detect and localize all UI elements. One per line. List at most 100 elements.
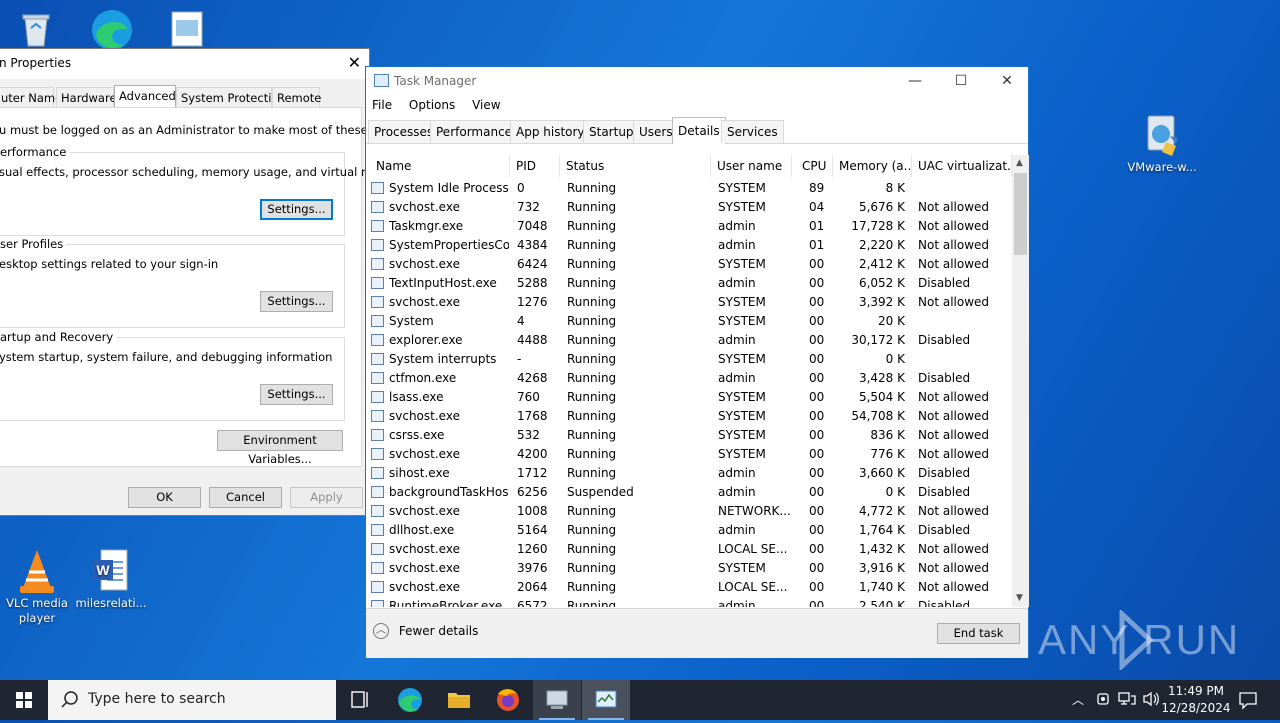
sysprop-titlebar[interactable]: n Properties ✕ bbox=[0, 49, 369, 79]
table-row[interactable]: svchost.exe 2064 Running LOCAL SE... 00 1,740… bbox=[366, 578, 1012, 597]
tab-startup[interactable]: Startup bbox=[583, 120, 640, 143]
table-row[interactable]: SystemPropertiesCo... 4384 Running admin 01 2… bbox=[366, 236, 1012, 255]
cell-status: Running bbox=[567, 409, 617, 423]
table-row[interactable]: lsass.exe 760 Running SYSTEM 00 5,504 K Not al… bbox=[366, 388, 1012, 407]
task-manager-app-icon bbox=[374, 74, 389, 87]
table-row[interactable]: dllhost.exe 5164 Running admin 00 1,764 K Disa… bbox=[366, 521, 1012, 540]
process-icon bbox=[371, 182, 384, 194]
cell-memory: 5,676 K bbox=[858, 200, 905, 214]
tab-app-history[interactable]: App history bbox=[510, 120, 591, 143]
table-row[interactable]: svchost.exe 732 Running SYSTEM 04 5,676 K Not … bbox=[366, 198, 1012, 217]
firefox-icon[interactable] bbox=[484, 680, 532, 720]
edge-taskbar-icon[interactable] bbox=[386, 680, 434, 720]
desktop-icon-vlc[interactable]: VLC media player bbox=[0, 548, 75, 626]
column-header-name[interactable]: Name bbox=[370, 155, 510, 177]
task-manager-taskbar-icon[interactable] bbox=[582, 680, 630, 720]
task-view-icon[interactable] bbox=[336, 680, 384, 720]
device-icon[interactable] bbox=[1095, 690, 1111, 711]
table-row[interactable]: System 4 Running SYSTEM 00 20 K bbox=[366, 312, 1012, 331]
file-explorer-icon[interactable] bbox=[435, 680, 483, 720]
cell-uac: Not allowed bbox=[918, 295, 990, 309]
image-file-desktop-icon[interactable] bbox=[170, 10, 204, 48]
table-row[interactable]: Taskmgr.exe 7048 Running admin 01 17,728 K Not… bbox=[366, 217, 1012, 236]
vertical-scrollbar[interactable]: ▲ ▼ bbox=[1012, 155, 1029, 607]
tab-remote[interactable]: Remote bbox=[272, 87, 321, 107]
tab-advanced[interactable]: Advanced bbox=[114, 85, 176, 108]
maximize-icon[interactable]: ☐ bbox=[938, 67, 984, 97]
watermark-text: ANY RUN bbox=[1038, 616, 1241, 663]
tab-services[interactable]: Services bbox=[721, 120, 784, 143]
tab-hardware[interactable]: Hardware bbox=[56, 87, 117, 107]
scroll-down-icon[interactable]: ▼ bbox=[1016, 593, 1023, 603]
table-row[interactable]: System interrupts - Running SYSTEM 00 0 K bbox=[366, 350, 1012, 369]
column-header-status[interactable]: Status bbox=[560, 155, 711, 177]
fewer-details-toggle[interactable]: ︿ Fewer details bbox=[373, 623, 478, 639]
column-header-memory[interactable]: Memory (a... bbox=[833, 155, 912, 177]
notifications-icon[interactable] bbox=[1238, 690, 1258, 713]
menu-options[interactable]: Options bbox=[409, 98, 455, 112]
desktop-icon-vmware[interactable]: VMware-w... bbox=[1124, 112, 1200, 175]
desktop-icon-word-doc[interactable]: W milesrelati... bbox=[73, 548, 149, 611]
minimize-icon[interactable]: — bbox=[892, 67, 938, 97]
recycle-bin-icon[interactable] bbox=[16, 8, 56, 48]
apply-button[interactable]: Apply bbox=[290, 487, 363, 508]
performance-group: erformance sual effects, processor sched… bbox=[0, 145, 409, 236]
performance-settings-button[interactable]: Settings... bbox=[260, 199, 333, 220]
user-profiles-settings-button[interactable]: Settings... bbox=[260, 291, 333, 312]
table-row[interactable]: svchost.exe 1260 Running LOCAL SE... 00 1,432… bbox=[366, 540, 1012, 559]
cell-user: admin bbox=[718, 466, 756, 480]
clock[interactable]: 11:49 PM 12/28/2024 bbox=[1160, 683, 1232, 717]
environment-variables-button[interactable]: Environment Variables... bbox=[217, 430, 343, 466]
column-header-uac[interactable]: UAC virtualizat... bbox=[912, 155, 1012, 177]
taskbar-search-box[interactable]: Type here to search bbox=[48, 680, 336, 720]
column-header-user[interactable]: User name bbox=[711, 155, 792, 177]
close-icon[interactable]: ✕ bbox=[984, 67, 1030, 97]
table-row[interactable]: svchost.exe 1768 Running SYSTEM 00 54,708 K No… bbox=[366, 407, 1012, 426]
system-properties-taskbar-icon[interactable] bbox=[533, 680, 581, 720]
table-row[interactable]: sihost.exe 1712 Running admin 00 3,660 K Disab… bbox=[366, 464, 1012, 483]
menu-file[interactable]: File bbox=[372, 98, 392, 112]
tab-system-protection[interactable]: System Protection bbox=[176, 87, 286, 107]
chevron-up-icon[interactable]: ︿ bbox=[1072, 691, 1084, 708]
end-task-button[interactable]: End task bbox=[937, 623, 1020, 644]
scrollbar-thumb[interactable] bbox=[1014, 173, 1027, 255]
cell-name: ctfmon.exe bbox=[389, 371, 457, 385]
performance-label: erformance bbox=[0, 145, 70, 159]
cell-memory: 0 K bbox=[885, 485, 905, 499]
table-row[interactable]: explorer.exe 4488 Running admin 00 30,172 K Di… bbox=[366, 331, 1012, 350]
table-row[interactable]: svchost.exe 1008 Running NETWORK... 00 4,772 … bbox=[366, 502, 1012, 521]
start-button[interactable] bbox=[0, 680, 48, 720]
ok-button[interactable]: OK bbox=[128, 487, 201, 508]
table-row[interactable]: backgroundTaskHos... 6256 Suspended admin 00… bbox=[366, 483, 1012, 502]
table-row[interactable]: svchost.exe 4200 Running SYSTEM 00 776 K Not a… bbox=[366, 445, 1012, 464]
edge-desktop-icon[interactable] bbox=[88, 6, 136, 50]
scroll-up-icon[interactable]: ▲ bbox=[1016, 158, 1023, 168]
table-row[interactable]: System Idle Process 0 Running SYSTEM 89 8 K bbox=[366, 179, 1012, 198]
tab-processes[interactable]: Processes bbox=[368, 120, 440, 143]
column-header-pid[interactable]: PID bbox=[510, 155, 560, 177]
table-row[interactable]: TextInputHost.exe 5288 Running admin 00 6,052… bbox=[366, 274, 1012, 293]
cell-status: Running bbox=[567, 561, 617, 575]
cell-pid: 1008 bbox=[517, 504, 548, 518]
table-row[interactable]: csrss.exe 532 Running SYSTEM 00 836 K Not allo… bbox=[366, 426, 1012, 445]
tab-computer-name[interactable]: uter Name bbox=[0, 87, 62, 107]
table-row[interactable]: svchost.exe 6424 Running SYSTEM 00 2,412 K Not… bbox=[366, 255, 1012, 274]
cancel-button[interactable]: Cancel bbox=[209, 487, 282, 508]
volume-icon[interactable] bbox=[1142, 691, 1160, 710]
table-row[interactable]: ctfmon.exe 4268 Running admin 00 3,428 K Disab… bbox=[366, 369, 1012, 388]
table-row[interactable]: svchost.exe 3976 Running SYSTEM 00 3,916 K Not… bbox=[366, 559, 1012, 578]
column-header-cpu[interactable]: CPU bbox=[792, 155, 833, 177]
cell-memory: 776 K bbox=[870, 447, 905, 461]
tab-performance[interactable]: Performance bbox=[430, 120, 519, 143]
system-properties-dialog: n Properties ✕ uter Name Hardware Advanc… bbox=[0, 48, 423, 516]
cell-status: Suspended bbox=[567, 485, 634, 499]
network-icon[interactable] bbox=[1118, 691, 1136, 710]
table-row[interactable]: RuntimeBroker.exe 6572 Running admin 00 2,540… bbox=[366, 597, 1012, 607]
close-icon[interactable]: ✕ bbox=[348, 53, 361, 72]
chevron-up-icon: ︿ bbox=[373, 623, 389, 639]
process-icon bbox=[371, 410, 384, 422]
startup-recovery-settings-button[interactable]: Settings... bbox=[260, 384, 333, 405]
menu-view[interactable]: View bbox=[472, 98, 500, 112]
tab-details[interactable]: Details bbox=[672, 117, 726, 144]
table-row[interactable]: svchost.exe 1276 Running SYSTEM 00 3,392 K Not… bbox=[366, 293, 1012, 312]
